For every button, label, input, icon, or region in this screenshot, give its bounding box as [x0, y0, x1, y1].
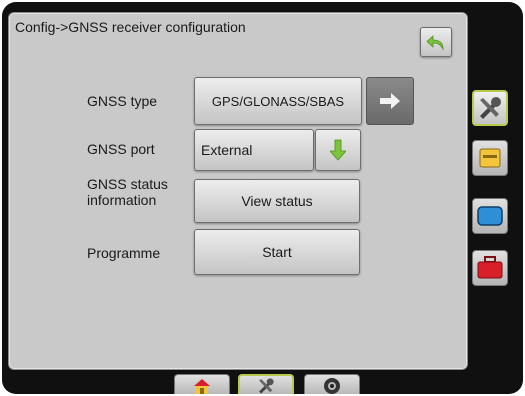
gnss-port-select[interactable]: External	[194, 129, 314, 171]
undo-arrow-icon	[426, 35, 444, 51]
tab-screen[interactable]	[472, 198, 508, 234]
implement-icon	[479, 148, 501, 168]
gnss-type-value: GPS/GLONASS/SBAS	[211, 93, 345, 109]
back-button[interactable]	[420, 27, 452, 57]
toolbox-icon	[477, 256, 503, 279]
gnss-port-label: GNSS port	[87, 141, 155, 157]
gnss-type-label: GNSS type	[87, 93, 158, 109]
programme-label: Programme	[87, 245, 161, 261]
tab-toolbox[interactable]	[472, 250, 508, 286]
arrow-right-icon	[380, 93, 400, 109]
gnss-port-dropdown-button[interactable]	[315, 129, 361, 171]
tab-tools[interactable]	[472, 90, 508, 126]
gnss-type-next-button[interactable]	[366, 77, 414, 125]
tab-camera[interactable]	[304, 374, 360, 394]
gnss-status-label: GNSS status information	[87, 176, 168, 208]
tab-config[interactable]	[238, 374, 294, 394]
arrow-down-icon	[330, 139, 346, 161]
screen-icon	[477, 206, 503, 226]
tab-home[interactable]	[174, 374, 230, 394]
tab-implement[interactable]	[472, 140, 508, 176]
view-status-button[interactable]: View status	[194, 179, 360, 223]
tools-icon	[480, 97, 501, 119]
tools-icon	[259, 378, 274, 394]
device-screen: Config->GNSS receiver configuration GNSS…	[2, 2, 523, 394]
page-title: Config->GNSS receiver configuration	[15, 19, 246, 35]
config-panel: Config->GNSS receiver configuration GNSS…	[8, 12, 468, 370]
gnss-type-button[interactable]: GPS/GLONASS/SBAS	[194, 77, 362, 125]
gnss-port-value: External	[201, 142, 253, 158]
start-button[interactable]: Start	[194, 229, 360, 275]
home-icon	[194, 378, 210, 394]
camera-icon	[324, 377, 340, 394]
